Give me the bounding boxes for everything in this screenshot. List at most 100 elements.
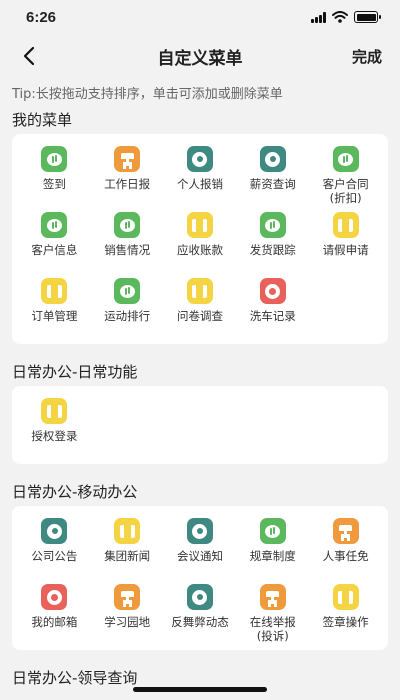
icon-glyph	[192, 218, 208, 232]
section-title: 我的菜单	[12, 111, 73, 129]
menu-item[interactable]: 学习园地	[91, 580, 164, 646]
home-indicator[interactable]	[133, 687, 267, 692]
film-icon	[186, 212, 213, 238]
film-icon	[332, 584, 359, 610]
section-title: 日常办公-日常功能	[12, 363, 138, 381]
menu-card: 授权登录	[12, 386, 388, 464]
icon-glyph	[192, 523, 208, 539]
page-title: 自定义菜单	[157, 48, 243, 69]
menu-item-label: 运动排行	[104, 309, 151, 323]
icon-glyph	[46, 218, 62, 232]
icon-glyph	[192, 284, 208, 298]
done-button[interactable]: 完成	[352, 46, 382, 67]
section-title: 日常办公-移动办公	[12, 483, 138, 501]
menu-item-label: 会议通知	[176, 549, 223, 563]
icon-glyph	[265, 590, 280, 605]
status-icons	[311, 11, 381, 23]
menu-item[interactable]: 集团新闻	[91, 514, 164, 580]
menu-sections: 我的菜单签到 工作日报 个人报销 薪资查询 客户合同 (折扣) 客户信息 销售情况 应收账款 发…	[0, 106, 400, 692]
menu-item[interactable]: 个人报销	[164, 142, 237, 208]
icon-glyph	[119, 524, 135, 538]
menu-item-label: 集团新闻	[104, 549, 151, 563]
status-bar: 6:26	[0, 0, 400, 34]
menu-item[interactable]: 客户信息	[18, 208, 91, 274]
menu-item[interactable]: 客户合同 (折扣)	[309, 142, 382, 208]
icon-glyph	[338, 590, 354, 604]
menu-item-label: 问卷调查	[176, 309, 223, 323]
icon-glyph	[192, 151, 208, 167]
menu-card: 公司公告 集团新闻 会议通知 规章制度 人事任免我的邮箱 学习园地 反舞弊动态 在线举报 (投…	[12, 506, 388, 650]
film-icon	[186, 278, 213, 304]
menu-item[interactable]: 签到	[18, 142, 91, 208]
menu-item-label: 发货跟踪	[249, 243, 296, 257]
menu-item-label: 签章操作	[322, 615, 369, 629]
menu-item-label: 公司公告	[31, 549, 78, 563]
chat-bubble-icon	[114, 278, 141, 304]
battery-icon	[354, 11, 381, 23]
menu-item[interactable]: 公司公告	[18, 514, 91, 580]
icon-glyph	[119, 284, 135, 298]
film-reel-icon	[259, 278, 286, 304]
menu-item[interactable]: 人事任免	[309, 514, 382, 580]
icon-glyph	[265, 283, 281, 299]
film-icon	[332, 212, 359, 238]
menu-item[interactable]: 薪资查询	[236, 142, 309, 208]
menu-item-label: 反舞弊动态	[171, 615, 229, 629]
chat-bubble-icon	[259, 518, 286, 544]
menu-item[interactable]: 在线举报 (投诉)	[236, 580, 309, 646]
back-arrow-icon[interactable]	[20, 46, 40, 66]
wifi-icon	[332, 11, 348, 23]
menu-item[interactable]: 请假申请	[309, 208, 382, 274]
lamp-icon	[114, 584, 141, 610]
menu-item-label: 规章制度	[249, 549, 296, 563]
film-icon	[114, 518, 141, 544]
icon-glyph	[338, 218, 354, 232]
icon-glyph	[46, 152, 62, 166]
status-time: 6:26	[26, 8, 57, 26]
icon-glyph	[265, 151, 281, 167]
menu-item[interactable]: 应收账款	[164, 208, 237, 274]
film-icon	[41, 398, 68, 424]
film-reel-icon	[41, 584, 68, 610]
chat-bubble-icon	[41, 146, 68, 172]
icon-glyph	[338, 152, 354, 166]
menu-item-label: 学习园地	[104, 615, 151, 629]
menu-item[interactable]: 我的邮箱	[18, 580, 91, 646]
menu-item[interactable]: 运动排行	[91, 274, 164, 340]
icon-glyph	[46, 523, 62, 539]
menu-item-label: 销售情况	[104, 243, 151, 257]
menu-item-label: 客户合同 (折扣)	[322, 177, 369, 205]
menu-item[interactable]: 规章制度	[236, 514, 309, 580]
chat-bubble-icon	[259, 212, 286, 238]
chat-bubble-icon	[114, 212, 141, 238]
menu-item[interactable]: 签章操作	[309, 580, 382, 646]
lamp-icon	[259, 584, 286, 610]
menu-item-label: 我的邮箱	[31, 615, 78, 629]
menu-item[interactable]: 授权登录	[18, 394, 91, 460]
menu-item-label: 在线举报 (投诉)	[249, 615, 296, 643]
menu-item[interactable]: 洗车记录	[236, 274, 309, 340]
menu-item-label: 薪资查询	[249, 177, 296, 191]
icon-glyph	[338, 524, 353, 539]
menu-item-label: 个人报销	[176, 177, 223, 191]
lamp-icon	[114, 146, 141, 172]
menu-item[interactable]: 工作日报	[91, 142, 164, 208]
menu-item-label: 订单管理	[31, 309, 78, 323]
menu-item[interactable]: 发货跟踪	[236, 208, 309, 274]
icon-glyph	[119, 218, 135, 232]
menu-item[interactable]: 反舞弊动态	[164, 580, 237, 646]
menu-card: 签到 工作日报 个人报销 薪资查询 客户合同 (折扣) 客户信息 销售情况 应收账款 发货跟踪 请…	[12, 134, 388, 344]
chat-bubble-icon	[332, 146, 359, 172]
menu-item-label: 应收账款	[176, 243, 223, 257]
icon-glyph	[192, 589, 208, 605]
menu-item[interactable]: 问卷调查	[164, 274, 237, 340]
menu-item[interactable]: 订单管理	[18, 274, 91, 340]
cellular-signal-icon	[311, 11, 326, 23]
menu-item-label: 签到	[42, 177, 66, 191]
icon-glyph	[120, 590, 135, 605]
menu-item[interactable]: 销售情况	[91, 208, 164, 274]
menu-item-label: 人事任免	[322, 549, 369, 563]
menu-item[interactable]: 会议通知	[164, 514, 237, 580]
icon-glyph	[265, 524, 281, 538]
icon-glyph	[120, 152, 135, 167]
